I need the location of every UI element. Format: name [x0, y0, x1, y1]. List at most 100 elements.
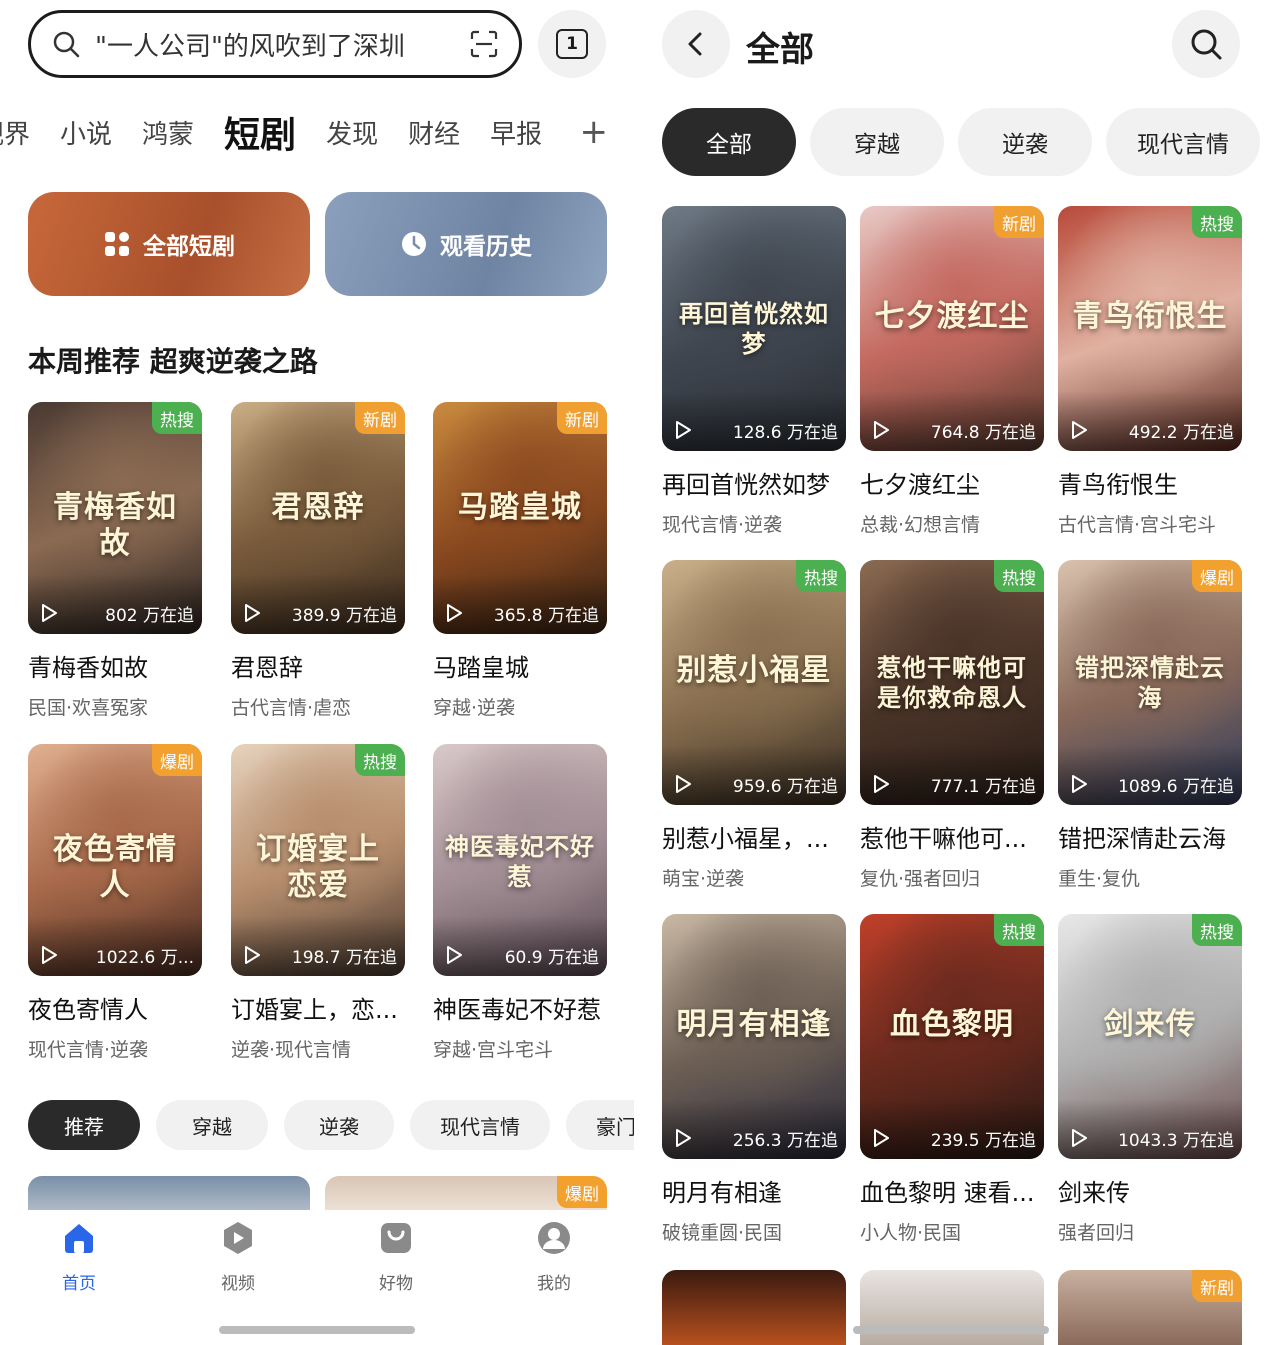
drama-title: 青鸟衔恨生: [1058, 471, 1178, 499]
tab-category-active[interactable]: 短剧: [224, 106, 296, 158]
drama-title: 别惹小福星，...: [662, 825, 829, 853]
scan-icon[interactable]: [469, 29, 499, 59]
drama-card[interactable]: 别惹小福星 热搜 959.6 万在追别惹小福星，... 萌宝·逆袭: [662, 560, 846, 891]
chip-comeback[interactable]: 逆袭: [958, 108, 1092, 176]
drama-poster[interactable]: 夜色寄情人 爆剧 1022.6 万...: [28, 744, 202, 976]
nav-home[interactable]: 首页: [39, 1220, 119, 1294]
play-icon: [245, 604, 260, 622]
drama-poster[interactable]: 别惹小福星 热搜 959.6 万在追: [662, 560, 846, 805]
drama-card[interactable]: 错把深情赴云海 爆剧 1089.6 万在追 错把深情赴云海重生·复仇: [1058, 560, 1242, 891]
search-icon: [53, 31, 80, 58]
chip-time-travel[interactable]: 穿越: [810, 108, 944, 176]
drama-poster[interactable]: 马踏皇城 新剧 365.8 万在追: [433, 402, 607, 634]
add-category-icon[interactable]: +: [567, 114, 608, 150]
section-title: 本周推荐 超爽逆袭之路: [28, 345, 318, 378]
watch-history-button[interactable]: 观看历史: [325, 192, 607, 296]
drama-poster[interactable]: 血色黎明 热搜 239.5 万在追: [860, 914, 1044, 1159]
poster-title: 错把深情赴云海: [1075, 653, 1225, 713]
chip-time-travel[interactable]: 穿越: [156, 1100, 268, 1150]
tab-category[interactable]: 发现: [326, 114, 378, 151]
drama-card[interactable]: 青鸟衔恨生 热搜 492.2 万在追 青鸟衔恨生 古代言情·宫斗宅斗: [1058, 206, 1242, 537]
play-icon: [1072, 1129, 1087, 1147]
search-button[interactable]: [1172, 10, 1240, 78]
nav-profile[interactable]: 我的: [514, 1220, 594, 1294]
tab-category[interactable]: 小说: [60, 114, 112, 151]
poster-title: 夜色寄情人: [53, 832, 177, 904]
drama-card[interactable]: 君恩辞 新剧 389.9 万在追 君恩辞 古代言情·虐恋: [231, 402, 405, 720]
badge: 热搜: [994, 560, 1044, 592]
drama-poster[interactable]: 剑来传 热搜 1043.3 万在追: [1058, 914, 1242, 1159]
search-bar[interactable]: "一人公司"的风吹到了深圳: [28, 10, 522, 78]
next-card-peek[interactable]: 新剧: [1058, 1270, 1242, 1345]
genre-chips: 全部 穿越 逆袭 现代言情: [662, 108, 1268, 176]
drama-card[interactable]: 明月有相逢 256.3 万在追 明月有相逢 破镜重圆·民国: [662, 914, 846, 1245]
tab-category[interactable]: 鸿蒙: [142, 114, 194, 151]
nav-shop[interactable]: 好物: [356, 1220, 436, 1294]
nav-video[interactable]: 视频: [198, 1220, 278, 1294]
home-indicator: [219, 1326, 415, 1334]
filter-chips: 推荐 穿越 逆袭 现代言情 豪门: [28, 1100, 634, 1150]
drama-card[interactable]: 订婚宴上恋爱 热搜 198.7 万在追 订婚宴上，恋... 逆袭·现代言情: [231, 744, 405, 1062]
badge: 新剧: [1192, 1270, 1242, 1302]
chip-modern-romance[interactable]: 现代言情: [1106, 108, 1260, 176]
next-card-peek[interactable]: [662, 1270, 846, 1345]
badge: 新剧: [557, 402, 607, 434]
drama-card[interactable]: 马踏皇城 新剧 365.8 万在追 马踏皇城 穿越·逆袭: [433, 402, 607, 720]
drama-title: 明月有相逢: [662, 1179, 782, 1207]
drama-poster[interactable]: 青梅香如故 热搜 802 万在追: [28, 402, 202, 634]
badge: 新剧: [994, 206, 1044, 238]
chip-recommend[interactable]: 推荐: [28, 1100, 140, 1150]
chip-wealthy-family[interactable]: 豪门: [566, 1100, 634, 1150]
badge: 爆剧: [557, 1176, 607, 1208]
tab-count-button[interactable]: 1: [538, 10, 606, 78]
drama-poster[interactable]: 七夕渡红尘 新剧 764.8 万在追: [860, 206, 1044, 451]
drama-card[interactable]: 青梅香如故 热搜 802 万在追 青梅香如故 民国·欢喜冤家: [28, 402, 202, 720]
drama-tags: 重生·复仇: [1058, 868, 1141, 890]
drama-tags: 古代言情·虐恋: [231, 697, 352, 719]
follower-count: 764.8 万在追: [930, 423, 1036, 443]
drama-poster[interactable]: 再回首恍然如梦 128.6 万在追: [662, 206, 846, 451]
back-button[interactable]: [662, 10, 730, 78]
drama-poster[interactable]: 神医毒妃不好惹 60.9 万在追: [433, 744, 607, 976]
drama-card[interactable]: 再回首恍然如梦 128.6 万在追再回首恍然如梦现代言情·逆袭: [662, 206, 846, 537]
drama-title: 剑来传: [1058, 1179, 1130, 1207]
chip-modern-romance[interactable]: 现代言情: [410, 1100, 550, 1150]
poster-title: 别惹小福星: [676, 653, 832, 689]
drama-card[interactable]: 夜色寄情人 爆剧 1022.6 万... 夜色寄情人 现代言情·逆袭: [28, 744, 202, 1062]
drama-poster[interactable]: 订婚宴上恋爱 热搜 198.7 万在追: [231, 744, 405, 976]
chip-comeback[interactable]: 逆袭: [284, 1100, 394, 1150]
drama-card[interactable]: 剑来传 热搜 1043.3 万在追 剑来传 强者回归: [1058, 914, 1242, 1245]
badge: 热搜: [152, 402, 202, 434]
drama-tags: 逆袭·现代言情: [231, 1039, 352, 1061]
chip-all[interactable]: 全部: [662, 108, 796, 176]
drama-tags: 现代言情·逆袭: [662, 514, 783, 536]
drama-poster[interactable]: 错把深情赴云海 爆剧 1089.6 万在追: [1058, 560, 1242, 805]
drama-poster[interactable]: 君恩辞 新剧 389.9 万在追: [231, 402, 405, 634]
follower-count: 492.2 万在追: [1128, 423, 1234, 443]
drama-card[interactable]: 神医毒妃不好惹 60.9 万在追 神医毒妃不好惹 穿越·宫斗宅斗: [433, 744, 607, 1062]
home-indicator: [853, 1326, 1049, 1334]
drama-card[interactable]: 七夕渡红尘 新剧 764.8 万在追 七夕渡红尘 总裁·幻想言情: [860, 206, 1044, 537]
drama-tags: 萌宝·逆袭: [662, 868, 745, 890]
drama-poster[interactable]: 明月有相逢 256.3 万在追: [662, 914, 846, 1159]
play-icon: [874, 421, 889, 439]
tab-category[interactable]: 财经: [408, 114, 460, 151]
search-icon: [1191, 29, 1222, 60]
search-query[interactable]: "一人公司"的风吹到了深圳: [95, 26, 461, 63]
drama-title: 马踏皇城: [433, 654, 529, 682]
profile-icon: [538, 1222, 570, 1254]
drama-poster[interactable]: 青鸟衔恨生 热搜 492.2 万在追: [1058, 206, 1242, 451]
drama-card[interactable]: 惹他干嘛他可是你救命恩人 热搜 777.1 万在追 惹他干嘛他可... 复仇·强者回归: [860, 560, 1044, 891]
drama-poster[interactable]: 惹他干嘛他可是你救命恩人 热搜 777.1 万在追: [860, 560, 1044, 805]
follower-count: 1022.6 万...: [95, 948, 194, 968]
tab-category[interactable]: 视界: [0, 114, 30, 151]
shop-icon: [381, 1223, 411, 1253]
poster-title: 青梅香如故: [53, 490, 177, 562]
follower-count: 239.5 万在追: [930, 1131, 1036, 1151]
clock-icon: [402, 232, 426, 256]
tab-category[interactable]: 早报: [490, 114, 542, 151]
play-icon: [447, 946, 462, 964]
drama-title: 再回首恍然如梦: [662, 471, 830, 499]
drama-card[interactable]: 血色黎明 热搜 239.5 万在追 血色黎明 速看... 小人物·民国: [860, 914, 1044, 1245]
all-dramas-button[interactable]: 全部短剧: [28, 192, 310, 296]
